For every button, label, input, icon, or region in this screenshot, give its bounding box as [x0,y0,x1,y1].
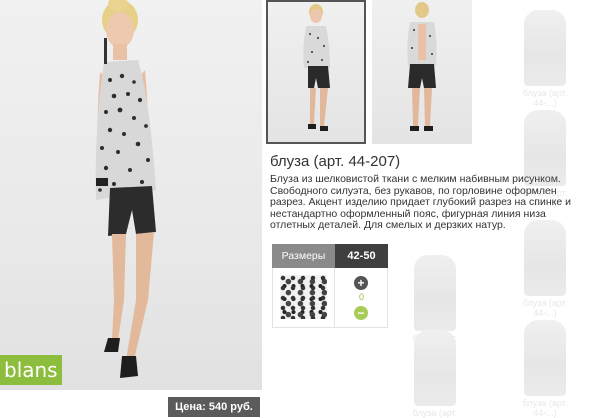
fabric-swatch [273,268,336,327]
related-item-image [524,10,566,86]
related-item-image [524,220,566,296]
sizes-header: Размеры 42-50 [272,244,388,268]
sizes-table: Размеры 42-50 + 0 − [272,244,388,328]
sizes-row: + 0 − [272,268,388,328]
product-title: блуза (арт. 44-207) [270,153,401,170]
main-product-photo[interactable]: blans [0,0,262,390]
brand-logo: blans [0,355,62,385]
related-item[interactable]: блуза (арт. 44-...) [510,10,580,108]
related-item[interactable]: блуза (арт. 44-...) [510,320,580,418]
minus-button[interactable]: − [354,306,369,320]
related-item-caption: блуза (арт. 44-...) [522,188,568,208]
related-item[interactable]: блуза (арт. 44-...) [510,220,580,318]
sizes-header-label: Размеры [272,244,335,268]
quantity-value: 0 [359,292,365,302]
related-item-image [414,330,456,406]
related-item-image [524,320,566,396]
related-item-caption: блуза (арт. 44-...) [522,298,568,318]
thumbnail-front-figure [303,4,330,131]
thumbnail-front[interactable] [266,0,366,144]
fabric-pattern [280,275,327,319]
related-products-faded: блуза (арт. 44-...) блуза (арт. 44-...) … [400,0,601,418]
related-item-image [524,110,566,186]
related-item-caption: блуза (арт. 44-...) [522,398,568,418]
sizes-range: 42-50 [335,244,388,268]
related-item-caption: блуза (арт. 44-...) [412,408,458,418]
related-item-caption: блуза (арт. 44-...) [522,88,568,108]
related-item[interactable]: блуза (арт. 44-...) [510,110,580,208]
related-item-image [414,255,456,331]
plus-button[interactable]: + [354,276,369,290]
price-label: Цена: 540 руб. [168,397,260,417]
model-figure [95,0,156,378]
related-item[interactable]: блуза (арт. 44-...) [400,330,470,418]
quantity-stepper: + 0 − [335,268,387,327]
